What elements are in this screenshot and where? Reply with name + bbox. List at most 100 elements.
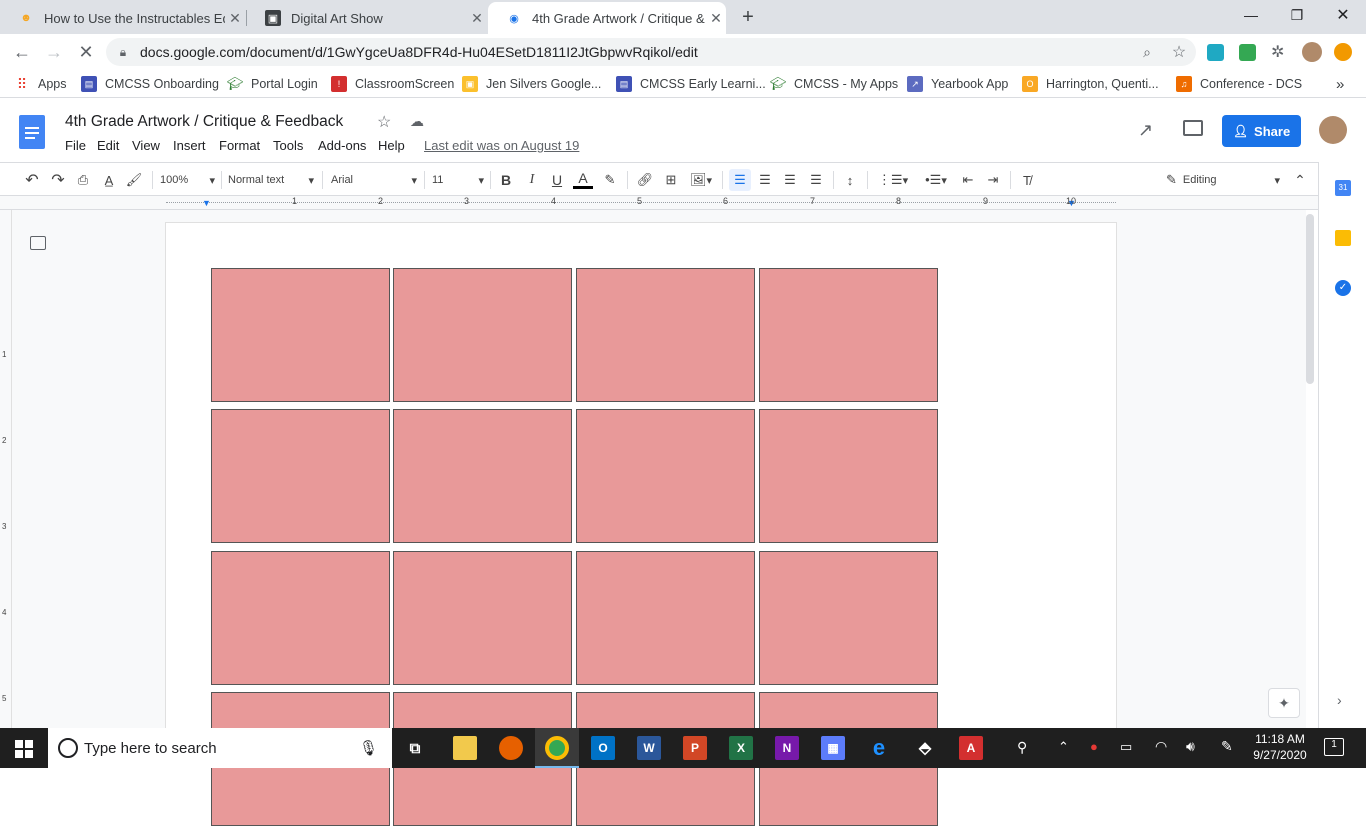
menu-help[interactable]: Help: [378, 138, 405, 153]
line-spacing-icon[interactable]: ↕: [840, 169, 860, 191]
link-icon[interactable]: 🔗︎: [635, 169, 655, 191]
extension-icon[interactable]: [1207, 44, 1224, 61]
show-hidden-icons[interactable]: ⌃: [1058, 739, 1069, 755]
restore-button[interactable]: ❐: [1274, 0, 1320, 30]
font-select[interactable]: Arial ▾: [331, 169, 417, 191]
justify-icon[interactable]: ☰: [806, 169, 826, 191]
clock[interactable]: 11:18 AM 9/27/2020: [1252, 732, 1308, 762]
bold-icon[interactable]: B: [496, 169, 516, 191]
notifications-icon[interactable]: 1: [1324, 738, 1344, 756]
internet-explorer-icon[interactable]: e: [867, 735, 891, 760]
print-icon[interactable]: ⎙: [73, 169, 93, 191]
outlook-icon[interactable]: O: [591, 736, 615, 760]
tab-digital-art-show[interactable]: ▣ Digital Art Show ✕: [247, 2, 487, 34]
style-select[interactable]: Normal text ▾: [228, 169, 314, 191]
bookmark-apps[interactable]: ⠿ Apps: [14, 75, 67, 93]
artwork-cell[interactable]: [393, 409, 572, 543]
bulleted-list-icon[interactable]: •☰ ▾: [918, 169, 954, 191]
bookmark-star-icon[interactable]: ☆: [1162, 42, 1196, 62]
forward-button[interactable]: →: [40, 38, 68, 66]
menu-add-ons[interactable]: Add-ons: [318, 138, 366, 153]
artwork-cell[interactable]: [211, 551, 390, 685]
close-tab-icon[interactable]: ✕: [225, 10, 245, 27]
docs-logo-icon[interactable]: [19, 115, 45, 149]
text-color-icon[interactable]: A: [573, 169, 593, 189]
share-button[interactable]: 👤︎ Share: [1222, 115, 1301, 147]
update-icon[interactable]: [1334, 43, 1352, 61]
word-icon[interactable]: W: [637, 736, 661, 760]
vertical-scrollbar[interactable]: [1306, 214, 1314, 384]
collapse-menu-icon[interactable]: ⌃: [1290, 169, 1310, 191]
align-left-icon[interactable]: ☰: [729, 169, 751, 191]
artwork-cell[interactable]: [576, 268, 755, 402]
menu-tools[interactable]: Tools: [273, 138, 303, 153]
left-indent-marker[interactable]: ▼: [202, 198, 211, 208]
back-button[interactable]: ←: [8, 38, 36, 66]
bookmark-harrington[interactable]: O Harrington, Quenti...: [1022, 75, 1159, 93]
numbered-list-icon[interactable]: ⋮☰ ▾: [875, 169, 911, 191]
minimize-button[interactable]: —: [1228, 0, 1274, 30]
artwork-cell[interactable]: [576, 409, 755, 543]
menu-file[interactable]: File: [65, 138, 86, 153]
keep-icon[interactable]: [1335, 230, 1351, 246]
new-tab-button[interactable]: +: [736, 6, 760, 30]
artwork-cell[interactable]: [393, 551, 572, 685]
address-bar[interactable]: 🔒︎ docs.google.com/document/d/1GwYgceUa8…: [106, 38, 1196, 66]
tray-app-icon[interactable]: ●: [1090, 739, 1098, 754]
align-center-icon[interactable]: ☰: [755, 169, 775, 191]
menu-view[interactable]: View: [132, 138, 160, 153]
undo-icon[interactable]: ↶: [22, 169, 42, 191]
align-right-icon[interactable]: ☰: [780, 169, 800, 191]
activity-trend-icon[interactable]: ↗: [1138, 120, 1153, 141]
tab-instructables[interactable]: ☻ How to Use the Instructables Edit ✕: [0, 2, 245, 34]
avatar[interactable]: [1302, 42, 1322, 62]
avatar[interactable]: [1319, 116, 1347, 144]
bookmark-cmcss-my-apps[interactable]: 🎓︎ CMCSS - My Apps: [770, 75, 898, 93]
bookmark-portal-login[interactable]: 🎓︎ Portal Login: [227, 75, 318, 93]
battery-icon[interactable]: ▭: [1120, 739, 1132, 755]
paint-format-icon[interactable]: 🖌︎: [124, 169, 144, 191]
volume-icon[interactable]: 🔊︎: [1186, 738, 1195, 755]
bookmark-yearbook-app[interactable]: ↗ Yearbook App: [907, 75, 1008, 93]
underline-icon[interactable]: U: [547, 169, 567, 191]
onenote-icon[interactable]: N: [775, 736, 799, 760]
powerpoint-icon[interactable]: P: [683, 736, 707, 760]
menu-edit[interactable]: Edit: [97, 138, 119, 153]
menu-format[interactable]: Format: [219, 138, 260, 153]
tasks-icon[interactable]: ✓: [1335, 280, 1351, 296]
tab-4th-grade-artwork[interactable]: ◉ 4th Grade Artwork / Critique & Fe ✕: [488, 2, 726, 34]
close-tab-icon[interactable]: ✕: [706, 10, 726, 27]
star-icon[interactable]: ☆: [377, 112, 391, 132]
highlight-icon[interactable]: ✎: [600, 169, 620, 191]
artwork-cell[interactable]: [211, 268, 390, 402]
control-panel-icon[interactable]: ▦: [821, 736, 845, 760]
add-comment-icon[interactable]: ⊞: [661, 169, 681, 191]
bookmark-cmcss-onboarding[interactable]: ▤ CMCSS Onboarding: [81, 75, 219, 93]
excel-icon[interactable]: X: [729, 736, 753, 760]
close-window-button[interactable]: ✕: [1320, 0, 1366, 30]
artwork-cell[interactable]: [759, 551, 938, 685]
chrome-icon[interactable]: [545, 736, 569, 760]
microphone-icon[interactable]: 🎙︎: [359, 739, 378, 757]
comment-icon[interactable]: [1183, 120, 1203, 136]
last-edit-link[interactable]: Last edit was on August 19: [424, 138, 579, 153]
url-text[interactable]: docs.google.com/document/d/1GwYgceUa8DFR…: [140, 44, 1132, 60]
increase-indent-icon[interactable]: ⇥: [983, 169, 1003, 191]
artwork-cell[interactable]: [759, 409, 938, 543]
artwork-cell[interactable]: [759, 268, 938, 402]
calendar-icon[interactable]: 31: [1335, 180, 1351, 196]
insert-image-icon[interactable]: 🖼︎ ▾: [686, 169, 716, 191]
more-bookmarks-icon[interactable]: »: [1336, 75, 1344, 93]
task-view-icon[interactable]: ⧉: [403, 736, 427, 760]
document-page[interactable]: [166, 223, 1116, 826]
pen-icon[interactable]: ✎: [1221, 738, 1233, 755]
font-size-select[interactable]: 11 ▾: [432, 169, 484, 191]
redo-icon[interactable]: ↷: [48, 169, 68, 191]
taskbar-search[interactable]: Type here to search 🎙︎: [48, 728, 392, 768]
stop-loading-button[interactable]: ✕: [72, 38, 100, 66]
bookmark-classroomscreen[interactable]: ! ClassroomScreen: [331, 75, 454, 93]
decrease-indent-icon[interactable]: ⇤: [958, 169, 978, 191]
extension-icon[interactable]: [1239, 44, 1256, 61]
spellcheck-icon[interactable]: A̲: [99, 169, 119, 191]
cloud-status-icon[interactable]: ☁: [410, 113, 424, 130]
